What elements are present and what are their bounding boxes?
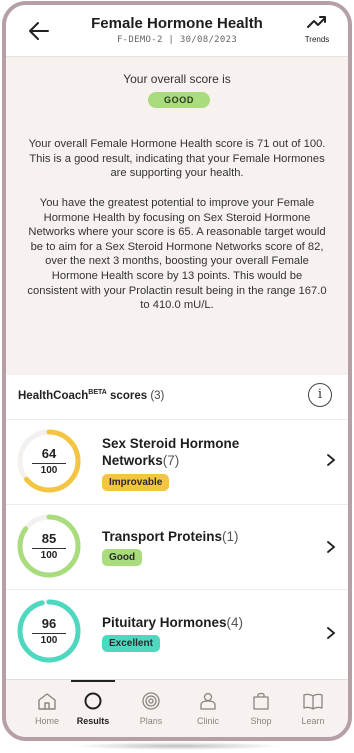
- score-row-transport-proteins[interactable]: 85 100 Transport Proteins(1) Good: [6, 504, 348, 588]
- status-badge: Excellent: [102, 635, 160, 652]
- trends-label: Trends: [304, 35, 330, 44]
- score-gauge-arc: [17, 599, 81, 663]
- scores-count: (3): [150, 389, 165, 402]
- scores-heading: HealthCoachBETA scores (3): [18, 389, 164, 402]
- status-badge: Good: [102, 549, 143, 566]
- phone-frame: Female Hormone Health F-DEMO-2 | 30/08/2…: [2, 1, 352, 741]
- score-row-pituitary-hormones[interactable]: 96 100 Pituitary Hormones(4) Excellent: [6, 589, 348, 673]
- score-value: 64: [41, 446, 57, 461]
- nav-label-clinic: Clinic: [196, 716, 219, 726]
- score-max: 100: [40, 465, 58, 476]
- report-subtitle: F-DEMO-2 | 30/08/2023: [116, 35, 238, 45]
- chevron-right-icon: [327, 454, 336, 466]
- nav-plans[interactable]: Plans: [126, 680, 176, 737]
- nav-clinic[interactable]: Clinic: [183, 680, 233, 737]
- nav-shop[interactable]: Shop: [236, 680, 286, 737]
- phone-shadow: [70, 742, 284, 750]
- scores-heading-text: HealthCoach: [18, 389, 89, 402]
- learn-icon: [303, 693, 323, 710]
- nav-label-plans: Plans: [139, 716, 163, 726]
- trends-button[interactable]: Trends: [300, 15, 334, 44]
- score-value: 85: [41, 531, 57, 546]
- bottom-nav: Home Results Plans Clinic Shop Learn: [6, 679, 348, 737]
- results-icon: [84, 692, 102, 710]
- score-row-count: (4): [226, 615, 244, 630]
- score-row-title: Sex Steroid Hormone Networks(7): [102, 435, 302, 469]
- score-row-count: (1): [222, 529, 239, 544]
- score-divider: [32, 463, 66, 464]
- chevron-right-icon: [327, 627, 336, 639]
- beta-superscript: BETA: [88, 389, 107, 396]
- score-row-count: (7): [162, 453, 180, 468]
- score-value: 96: [41, 616, 57, 631]
- page-title: Female Hormone Health: [91, 15, 263, 32]
- nav-results[interactable]: Results: [68, 680, 118, 737]
- nav-label-learn: Learn: [301, 716, 325, 726]
- status-badge: Improvable: [102, 474, 170, 491]
- plans-icon: [142, 692, 160, 710]
- summary-paragraph-2: You have the greatest potential to impro…: [27, 197, 327, 312]
- score-gauge: [17, 429, 81, 493]
- nav-label-shop: Shop: [250, 716, 272, 726]
- home-icon: [38, 693, 56, 710]
- trending-up-icon: [307, 16, 326, 28]
- scores-heading-suffix: scores: [106, 389, 148, 402]
- chevron-right-icon: [327, 541, 336, 553]
- score-row-title: Transport Proteins(1): [102, 528, 302, 545]
- nav-label-results: Results: [76, 716, 110, 726]
- nav-label-home: Home: [34, 716, 59, 726]
- healthcoach-scores-section: HealthCoachBETA scores (3) i 64 100 Sex …: [6, 375, 348, 685]
- score-max: 100: [40, 550, 58, 561]
- score-divider: [32, 633, 66, 634]
- clinic-icon: [200, 692, 216, 710]
- nav-learn[interactable]: Learn: [288, 680, 338, 737]
- score-row-title-text: Transport Proteins: [102, 529, 223, 544]
- score-gauge: [17, 514, 81, 578]
- score-max: 100: [40, 635, 58, 646]
- app-header: Female Hormone Health F-DEMO-2 | 30/08/2…: [6, 5, 348, 57]
- score-divider: [32, 548, 66, 549]
- nav-home[interactable]: Home: [22, 680, 72, 737]
- score-row-title-text: Pituitary Hormones: [102, 615, 227, 630]
- overall-score-badge: GOOD: [148, 92, 210, 108]
- info-icon[interactable]: i: [308, 383, 332, 407]
- score-row-sex-steroid[interactable]: 64 100 Sex Steroid Hormone Networks(7) I…: [6, 419, 348, 503]
- score-gauge: [17, 599, 81, 663]
- score-summary: Your overall score is GOOD Your overall …: [6, 58, 348, 376]
- score-row-title: Pituitary Hormones(4): [102, 614, 302, 631]
- summary-paragraph-1: Your overall Female Hormone Health score…: [28, 138, 326, 180]
- shop-icon: [253, 692, 269, 710]
- overall-score-label: Your overall score is: [123, 72, 231, 86]
